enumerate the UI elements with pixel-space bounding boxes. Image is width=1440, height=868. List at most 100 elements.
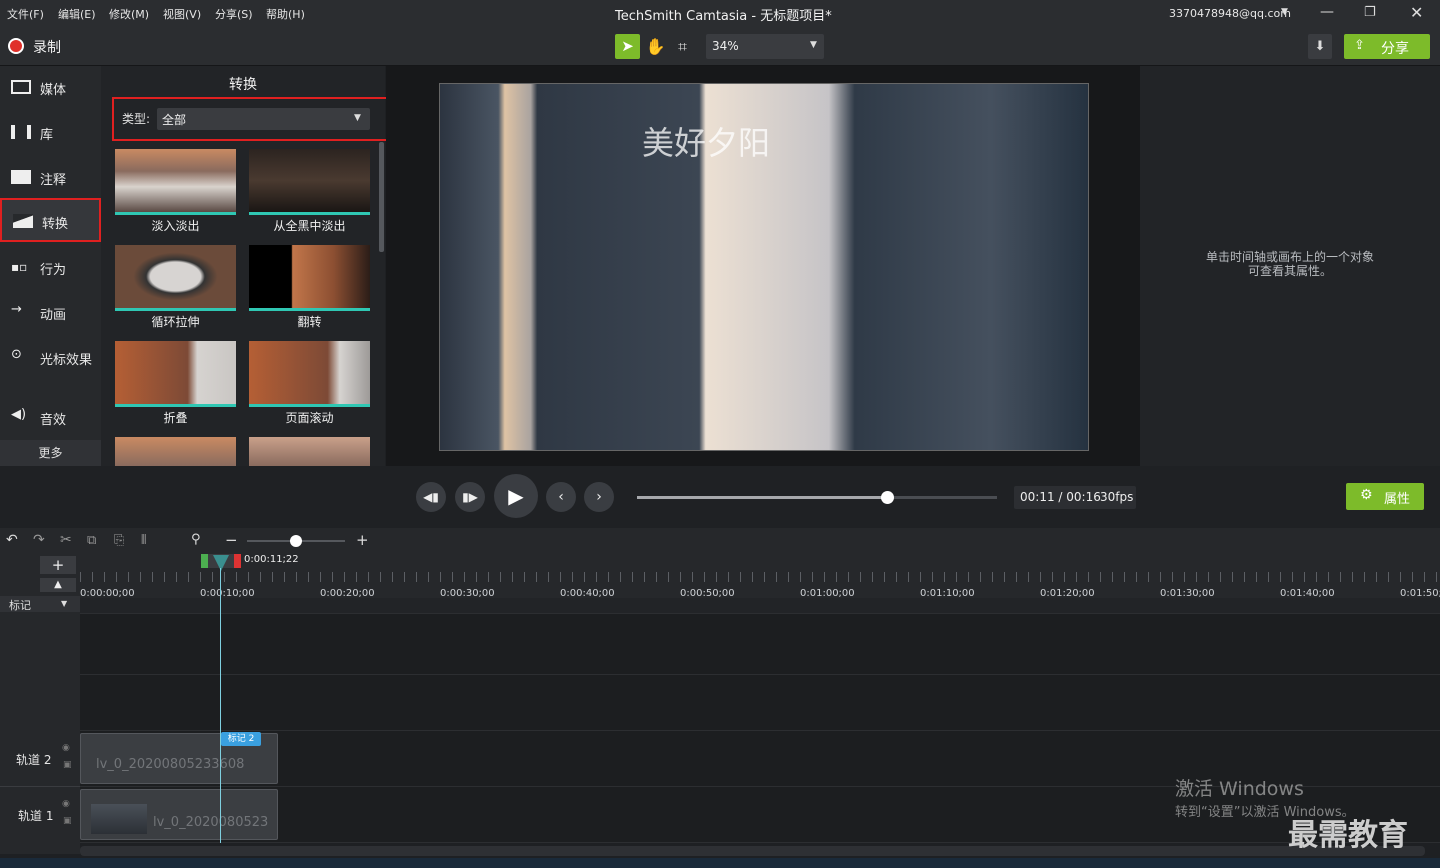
empty-track[interactable]	[80, 675, 1440, 731]
media-clip[interactable]: lv_0_2020080523	[80, 789, 278, 840]
next-frame-icon[interactable]: ▮▶	[455, 482, 485, 512]
transition-thumbnail[interactable]	[249, 437, 370, 466]
menu-edit[interactable]: 编辑(E)	[58, 6, 96, 22]
lock-icon[interactable]: ▣	[63, 816, 72, 826]
paste-icon[interactable]: ⎘	[114, 533, 124, 548]
out-point-handle[interactable]	[234, 554, 241, 568]
download-icon[interactable]: ⬇	[1308, 34, 1332, 59]
undo-icon[interactable]: ↶	[6, 532, 18, 548]
clip-name: lv_0_20200805233608	[96, 757, 245, 772]
nav-animations[interactable]: → 动画	[0, 291, 101, 335]
type-select[interactable]: 全部 ▼	[157, 108, 370, 130]
transition-flip[interactable]: 翻转	[249, 245, 370, 333]
lock-icon[interactable]: ▣	[63, 760, 72, 770]
nav-audio-effects[interactable]: ◀) 音效	[0, 396, 101, 440]
menu-view[interactable]: 视图(V)	[163, 6, 201, 22]
nav-behaviors[interactable]: ▪▫ 行为	[0, 246, 101, 290]
add-track-icon[interactable]: +	[40, 556, 76, 574]
transition-fade-from-black[interactable]: 从全黑中淡出	[249, 149, 370, 237]
thumb-caption: 翻转	[297, 315, 322, 329]
chevron-left-icon[interactable]: ‹	[546, 482, 576, 512]
zoom-out-icon[interactable]: −	[225, 531, 238, 549]
eye-icon[interactable]: ◉	[62, 743, 70, 753]
menu-modify[interactable]: 修改(M)	[109, 6, 149, 22]
marker-row-header[interactable]: 标记 ▼	[0, 596, 80, 612]
hand-tool-icon[interactable]: ✋	[643, 34, 668, 59]
split-icon[interactable]: ⫴	[141, 533, 146, 548]
zoom-select[interactable]: 34% ▼	[706, 34, 824, 59]
record-icon[interactable]	[8, 38, 24, 54]
share-button[interactable]: ⇪ 分享	[1344, 34, 1430, 59]
transition-page-scroll[interactable]: 页面滚动	[249, 341, 370, 429]
menu-help[interactable]: 帮助(H)	[266, 6, 305, 22]
eye-icon[interactable]: ◉	[62, 799, 70, 809]
video-canvas[interactable]: 美好夕阳	[439, 83, 1089, 451]
minimize-icon[interactable]: —	[1320, 4, 1334, 20]
thumbnail	[115, 245, 236, 311]
magnifier-icon[interactable]: ⚲	[191, 532, 201, 547]
copy-icon[interactable]: ⧉	[87, 533, 96, 548]
cut-icon[interactable]: ✂	[60, 532, 72, 548]
timeline-zoom-handle[interactable]	[290, 535, 302, 547]
toolbar: 录制 ➤ ✋ ⌗ 34% ▼ ⬇ ⇪ 分享	[0, 28, 1440, 66]
previous-frame-icon[interactable]: ◀▮	[416, 482, 446, 512]
thumbnail	[249, 341, 370, 407]
track-header[interactable]: 轨道 2 ◉ ▣	[0, 731, 80, 787]
timeline-zoom-slider[interactable]	[247, 535, 345, 547]
nav-annotations[interactable]: 注释	[0, 156, 101, 200]
chevron-right-icon[interactable]: ›	[584, 482, 614, 512]
playhead-time: 0:00:11;22	[244, 554, 299, 565]
menu-share[interactable]: 分享(S)	[215, 6, 253, 22]
type-filter: 类型: 全部 ▼	[112, 97, 388, 141]
restore-icon[interactable]: ❐	[1364, 5, 1376, 20]
close-icon[interactable]: ✕	[1410, 3, 1423, 22]
track-header[interactable]: 轨道 1 ◉ ▣	[0, 788, 80, 844]
record-button[interactable]: 录制	[33, 37, 61, 57]
in-point-handle[interactable]	[201, 554, 208, 568]
marker-row[interactable]	[80, 598, 1440, 614]
upload-icon: ⇪	[1354, 38, 1365, 53]
account-menu[interactable]: 3370478948@qq.com	[1169, 7, 1291, 20]
preview-area: 美好夕阳	[386, 66, 1140, 466]
transition-cycle-stretch[interactable]: 循环拉伸	[115, 245, 236, 333]
nav-cursor-effects[interactable]: ⊙ 光标效果	[0, 336, 101, 380]
track-name: 轨道 2	[16, 753, 52, 767]
annotation-icon	[11, 170, 31, 184]
canvas-title-text[interactable]: 美好夕阳	[642, 118, 770, 164]
properties-button[interactable]: ⚙ 属性	[1346, 483, 1424, 510]
nav-media[interactable]: 媒体	[0, 66, 101, 110]
scrubber-track[interactable]	[637, 491, 997, 504]
redo-icon[interactable]: ↷	[33, 532, 45, 548]
thumb-caption: 淡入淡出	[151, 219, 200, 233]
transition-fold[interactable]: 折叠	[115, 341, 236, 429]
thumb-caption: 折叠	[163, 411, 188, 425]
nav-label: 音效	[40, 413, 67, 428]
menu-file[interactable]: 文件(F)	[7, 6, 44, 22]
share-label: 分享	[1381, 41, 1409, 57]
transition-fade[interactable]: 淡入淡出	[115, 149, 236, 237]
timeline-scrollbar[interactable]	[80, 846, 1425, 856]
zoom-in-icon[interactable]: +	[356, 531, 369, 549]
transition-thumbnail[interactable]	[115, 437, 236, 466]
account-chevron-icon[interactable]: ▼	[1281, 7, 1288, 17]
scrubber-handle[interactable]	[881, 491, 894, 504]
nav-more-button[interactable]: 更多	[0, 440, 101, 466]
marker-tag[interactable]: 标记 2	[221, 732, 261, 746]
empty-track[interactable]	[80, 614, 1440, 675]
scrubber-progress	[637, 496, 889, 499]
nav-label: 转换	[42, 217, 69, 232]
panel-scrollbar[interactable]	[379, 142, 384, 252]
time-readout: 00:11 / 00:16	[1020, 490, 1101, 504]
timeline-ruler[interactable]: 0:00:00;00 0:00:10;00 0:00:20;00 0:00:30…	[80, 554, 1440, 599]
play-icon[interactable]: ▶	[494, 474, 538, 518]
select-tool-icon[interactable]: ➤	[615, 34, 640, 59]
speaker-icon: ◀)	[11, 407, 27, 422]
nav-library[interactable]: 库	[0, 111, 101, 155]
properties-panel: 单击时间轴或画布上的一个对象 可查看其属性。	[1140, 66, 1440, 466]
zoom-value: 34%	[712, 39, 739, 53]
nav-transitions[interactable]: 转换	[0, 198, 101, 242]
thumbnail	[115, 149, 236, 215]
crop-tool-icon[interactable]: ⌗	[670, 34, 695, 59]
nav-label: 库	[40, 128, 54, 143]
collapse-icon[interactable]: ▲	[40, 578, 76, 592]
